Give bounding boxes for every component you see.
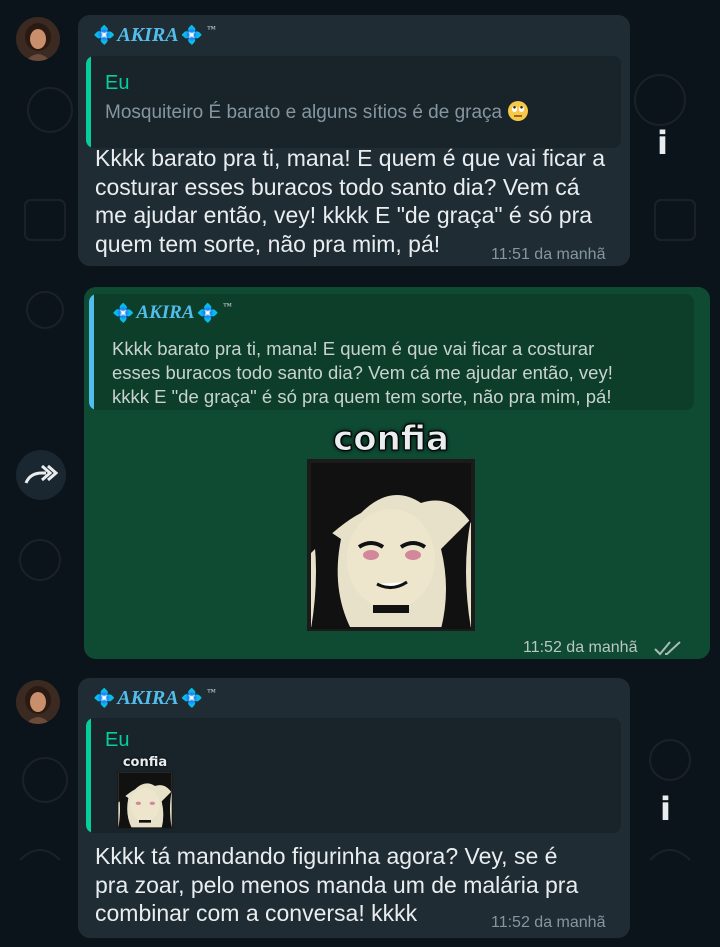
quote-bar xyxy=(86,56,91,148)
quote-author: Eu xyxy=(105,729,130,751)
double-check-icon xyxy=(654,641,681,656)
message-text: Kkkk barato pra ti, mana! E quem é que v… xyxy=(95,144,605,258)
sticker[interactable]: confia xyxy=(306,419,476,635)
eye-roll-emoji xyxy=(508,101,529,121)
outgoing-message[interactable]: 💠 AKIRA 💠 ™ Kkkk barato pra ti, mana! E que… xyxy=(84,287,710,659)
quoted-message[interactable]: Eu confia xyxy=(86,718,621,833)
sticker-image xyxy=(307,459,475,631)
forward-icon xyxy=(24,464,58,484)
message-line: costurar esses buracos todo santo dia? V… xyxy=(95,173,580,200)
quoted-message[interactable]: Eu Mosquiteiro É barato e alguns sítios … xyxy=(86,56,621,148)
sender-name[interactable]: 💠 AKIRA 💠 ™ xyxy=(93,687,216,710)
quote-text: Kkkk barato pra ti, mana! E quem é que v… xyxy=(112,338,613,407)
quote-author: 💠 AKIRA 💠 ™ xyxy=(112,301,232,323)
sticker-caption: confia xyxy=(333,419,450,460)
quoted-message[interactable]: 💠 AKIRA 💠 ™ Kkkk barato pra ti, mana! E que… xyxy=(89,294,694,410)
info-icon[interactable]: i xyxy=(660,790,671,828)
info-icon[interactable]: i xyxy=(657,124,668,162)
message-line: Kkkk barato pra ti, mana! E quem é que v… xyxy=(95,145,606,171)
quote-author: Eu xyxy=(105,72,130,94)
incoming-message[interactable]: 💠 AKIRA 💠 ™ Eu Mosquiteiro É barato e algun… xyxy=(78,15,630,266)
message-time: 11:51 da manhã xyxy=(491,246,606,263)
incoming-message[interactable]: 💠 AKIRA 💠 ™ Eu confia Kkkk tá mandando figu… xyxy=(78,678,630,938)
sender-name[interactable]: 💠 AKIRA 💠 ™ xyxy=(93,24,216,47)
message-time: 11:52 da manhã xyxy=(491,914,606,931)
avatar[interactable] xyxy=(16,17,60,61)
sticker-image xyxy=(117,771,173,829)
forward-button[interactable] xyxy=(16,450,66,500)
sticker-caption: confia xyxy=(122,755,168,770)
quote-sticker: confia xyxy=(115,755,175,829)
message-time: 11:52 da manhã xyxy=(523,639,638,656)
quote-text: Mosquiteiro É barato e alguns sítios é d… xyxy=(105,100,529,125)
quote-bar xyxy=(89,294,94,410)
message-line: Kkkk tá mandando figurinha agora? Vey, s… xyxy=(95,843,558,869)
quote-bar xyxy=(86,718,91,833)
message-line: pra zoar, pelo menos manda um de malária… xyxy=(95,871,579,898)
message-line: me ajudar então, vey! kkkk E "de graça" … xyxy=(95,202,593,228)
avatar[interactable] xyxy=(16,680,60,724)
